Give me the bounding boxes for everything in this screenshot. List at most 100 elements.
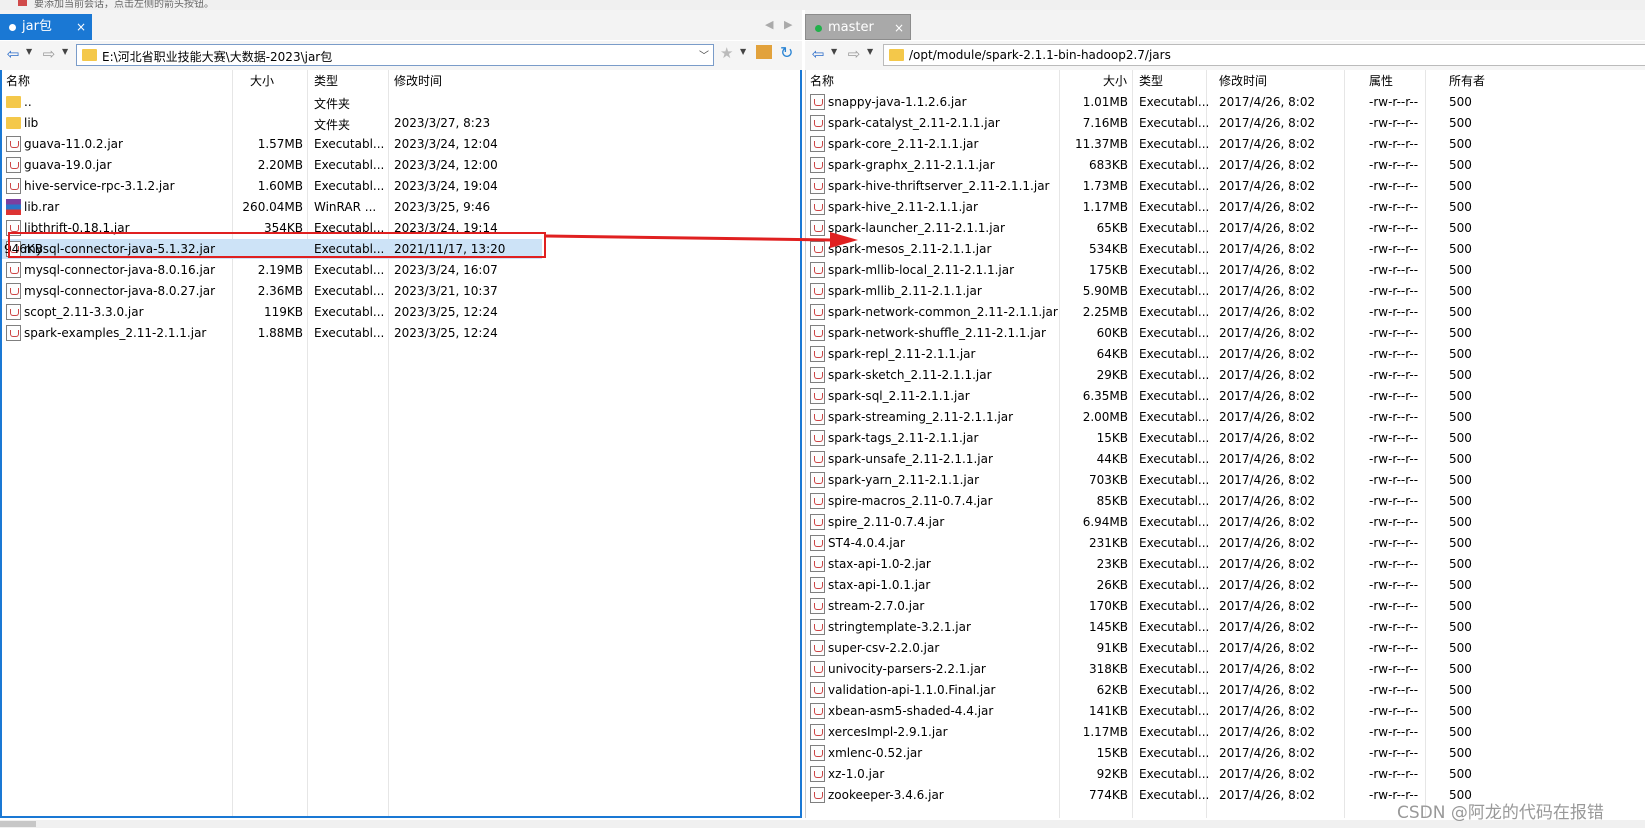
col-size[interactable]: 大小 <box>1103 72 1127 89</box>
local-file-list[interactable]: 名称 ^ 大小 类型 修改时间 .. 文件夹 lib 文件夹 2023/3/27, 8:… <box>0 70 802 818</box>
file-row[interactable]: xercesImpl-2.9.1.jar 1.17MB Executabl... 20… <box>806 722 1645 742</box>
local-column-header: 名称 ^ 大小 类型 修改时间 <box>2 70 800 89</box>
file-size: 60KB <box>1096 326 1128 340</box>
close-icon[interactable]: × <box>76 14 86 40</box>
file-row[interactable]: stax-api-1.0-2.jar 23KB Executabl... 2017/4… <box>806 554 1645 574</box>
file-size: 2.00MB <box>1082 410 1128 424</box>
tab-remote-master[interactable]: master × <box>805 14 911 40</box>
file-row[interactable]: xbean-asm5-shaded-4.4.jar 141KB Executabl.… <box>806 701 1645 721</box>
scrollbar-thumb[interactable] <box>0 821 36 827</box>
forward-arrow-icon[interactable]: ⇨ <box>40 45 58 63</box>
file-row[interactable]: stream-2.7.0.jar 170KB Executabl... 2017/4/… <box>806 596 1645 616</box>
col-modified[interactable]: 修改时间 <box>394 72 442 89</box>
file-row[interactable]: guava-11.0.2.jar 1.57MB Executabl... 2023/3… <box>2 134 800 154</box>
file-row[interactable]: validation-api-1.1.0.Final.jar 62KB Execut… <box>806 680 1645 700</box>
refresh-icon[interactable]: ↻ <box>780 43 793 62</box>
forward-arrow-icon[interactable]: ⇨ <box>845 45 863 63</box>
file-row[interactable]: spark-core_2.11-2.1.1.jar 11.37MB Executab… <box>806 134 1645 154</box>
bookmark-dropdown-icon[interactable]: ▼ <box>740 47 746 56</box>
file-row[interactable]: libthrift-0.18.1.jar 354KB Executabl... 202… <box>2 218 800 238</box>
chevron-down-icon[interactable]: ﹀ <box>699 47 709 62</box>
back-dropdown-icon[interactable]: ▼ <box>831 47 837 56</box>
file-row[interactable]: spark-mesos_2.11-2.1.1.jar 534KB Executabl… <box>806 239 1645 259</box>
file-row[interactable]: spark-tags_2.11-2.1.1.jar 15KB Executabl..… <box>806 428 1645 448</box>
file-row[interactable]: spire_2.11-0.7.4.jar 6.94MB Executabl... 20… <box>806 512 1645 532</box>
file-row[interactable]: guava-19.0.jar 2.20MB Executabl... 2023/3/2… <box>2 155 800 175</box>
file-row[interactable]: spark-examples_2.11-2.1.1.jar 1.88MB Execu… <box>2 323 800 343</box>
file-row[interactable]: xz-1.0.jar 92KB Executabl... 2017/4/26, 8:0… <box>806 764 1645 784</box>
file-owner: 500 <box>1449 473 1472 487</box>
jar-file-icon <box>810 703 825 719</box>
col-name[interactable]: 名称 <box>6 72 30 89</box>
forward-dropdown-icon[interactable]: ▼ <box>867 47 873 56</box>
file-row[interactable]: spark-network-common_2.11-2.1.1.jar 2.25M… <box>806 302 1645 322</box>
file-type: Executabl... <box>1139 368 1210 382</box>
file-row[interactable]: ST4-4.0.4.jar 231KB Executabl... 2017/4/26,… <box>806 533 1645 553</box>
tab-local-jar[interactable]: jar包 × <box>0 14 92 40</box>
file-name: stringtemplate-3.2.1.jar <box>828 620 971 634</box>
file-row[interactable]: mysql-connector-java-8.0.27.jar 2.36MB Exe… <box>2 281 800 301</box>
file-row[interactable]: lib 文件夹 2023/3/27, 8:23 <box>2 113 800 133</box>
file-row[interactable]: spark-graphx_2.11-2.1.1.jar 683KB Executab… <box>806 155 1645 175</box>
back-arrow-icon[interactable]: ⇦ <box>809 45 827 63</box>
close-icon[interactable]: × <box>894 15 904 41</box>
file-owner: 500 <box>1449 305 1472 319</box>
file-row[interactable]: spark-launcher_2.11-2.1.1.jar 65KB Executa… <box>806 218 1645 238</box>
remote-path-text: /opt/module/spark-2.1.1-bin-hadoop2.7/ja… <box>909 48 1171 62</box>
file-row[interactable]: spark-sql_2.11-2.1.1.jar 6.35MB Executabl.… <box>806 386 1645 406</box>
col-type[interactable]: 类型 <box>1139 72 1163 89</box>
tab-scroll-left-icon[interactable]: ◀ <box>765 18 773 31</box>
file-row[interactable]: spark-yarn_2.11-2.1.1.jar 703KB Executabl.… <box>806 470 1645 490</box>
file-row[interactable]: spark-hive_2.11-2.1.1.jar 1.17MB Executabl… <box>806 197 1645 217</box>
file-row[interactable]: spark-mllib_2.11-2.1.1.jar 5.90MB Executab… <box>806 281 1645 301</box>
col-owner[interactable]: 所有者 <box>1449 72 1485 89</box>
file-attributes: -rw-r--r-- <box>1369 410 1419 424</box>
file-type: Executabl... <box>1139 431 1210 445</box>
file-type: Executabl... <box>1139 95 1210 109</box>
col-attributes[interactable]: 属性 <box>1369 72 1393 89</box>
col-name[interactable]: 名称 <box>810 72 834 89</box>
folder-icon <box>6 117 21 129</box>
local-path-input[interactable]: E:\河北省职业技能大赛\大数据-2023\jar包 ﹀ <box>76 44 714 66</box>
col-modified[interactable]: 修改时间 <box>1219 72 1267 89</box>
file-row[interactable]: spark-unsafe_2.11-2.1.1.jar 44KB Executabl… <box>806 449 1645 469</box>
home-icon[interactable] <box>756 45 772 59</box>
file-row[interactable]: stringtemplate-3.2.1.jar 145KB Executabl..… <box>806 617 1645 637</box>
file-row[interactable]: spark-sketch_2.11-2.1.1.jar 29KB Executabl… <box>806 365 1645 385</box>
back-dropdown-icon[interactable]: ▼ <box>26 47 32 56</box>
file-row[interactable]: snappy-java-1.1.2.6.jar 1.01MB Executabl..… <box>806 92 1645 112</box>
col-type[interactable]: 类型 <box>314 72 338 89</box>
file-row[interactable]: spark-streaming_2.11-2.1.1.jar 2.00MB Exec… <box>806 407 1645 427</box>
file-row[interactable]: univocity-parsers-2.2.1.jar 318KB Executab… <box>806 659 1645 679</box>
remote-file-list[interactable]: 名称 大小 类型 修改时间 属性 所有者 snappy-java-1.1.2.6… <box>805 70 1645 818</box>
col-size[interactable]: 大小 <box>250 72 274 89</box>
back-arrow-icon[interactable]: ⇦ <box>4 45 22 63</box>
file-row[interactable]: spark-catalyst_2.11-2.1.1.jar 7.16MB Execu… <box>806 113 1645 133</box>
file-row[interactable]: spark-hive-thriftserver_2.11-2.1.1.jar 1.… <box>806 176 1645 196</box>
file-row[interactable]: spark-network-shuffle_2.11-2.1.1.jar 60KB… <box>806 323 1645 343</box>
forward-dropdown-icon[interactable]: ▼ <box>62 47 68 56</box>
file-row[interactable]: .. 文件夹 <box>2 92 800 112</box>
file-row[interactable]: stax-api-1.0.1.jar 26KB Executabl... 2017/4… <box>806 575 1645 595</box>
file-modified: 2017/4/26, 8:02 <box>1219 95 1316 109</box>
file-row[interactable]: spark-mllib-local_2.11-2.1.1.jar 175KB Exe… <box>806 260 1645 280</box>
file-row[interactable]: super-csv-2.2.0.jar 91KB Executabl... 2017/… <box>806 638 1645 658</box>
file-size: 1.57MB <box>257 137 303 151</box>
file-row[interactable]: spark-repl_2.11-2.1.1.jar 64KB Executabl..… <box>806 344 1645 364</box>
file-row[interactable]: spire-macros_2.11-0.7.4.jar 85KB Executabl… <box>806 491 1645 511</box>
file-owner: 500 <box>1449 578 1472 592</box>
file-row[interactable]: scopt_2.11-3.3.0.jar 119KB Executabl... 202… <box>2 302 800 322</box>
file-row[interactable]: xmlenc-0.52.jar 15KB Executabl... 2017/4/26… <box>806 743 1645 763</box>
star-icon[interactable]: ★ <box>720 44 733 62</box>
tab-scroll-right-icon[interactable]: ▶ <box>784 18 792 31</box>
file-row[interactable]: hive-service-rpc-3.1.2.jar 1.60MB Executab… <box>2 176 800 196</box>
file-row[interactable]: mysql-connector-java-8.0.16.jar 2.19MB Exe… <box>2 260 800 280</box>
remote-path-input[interactable]: /opt/module/spark-2.1.1-bin-hadoop2.7/ja… <box>883 44 1645 66</box>
file-owner: 500 <box>1449 200 1472 214</box>
file-row[interactable]: mysql-connector-java-5.1.32.jar 946KB Exec… <box>2 239 542 259</box>
jar-file-icon <box>810 430 825 446</box>
jar-file-icon <box>810 556 825 572</box>
file-name: spark-tags_2.11-2.1.1.jar <box>828 431 979 445</box>
file-row[interactable]: lib.rar 260.04MB WinRAR ... 2023/3/25, 9:46 <box>2 197 800 217</box>
jar-file-icon <box>810 724 825 740</box>
